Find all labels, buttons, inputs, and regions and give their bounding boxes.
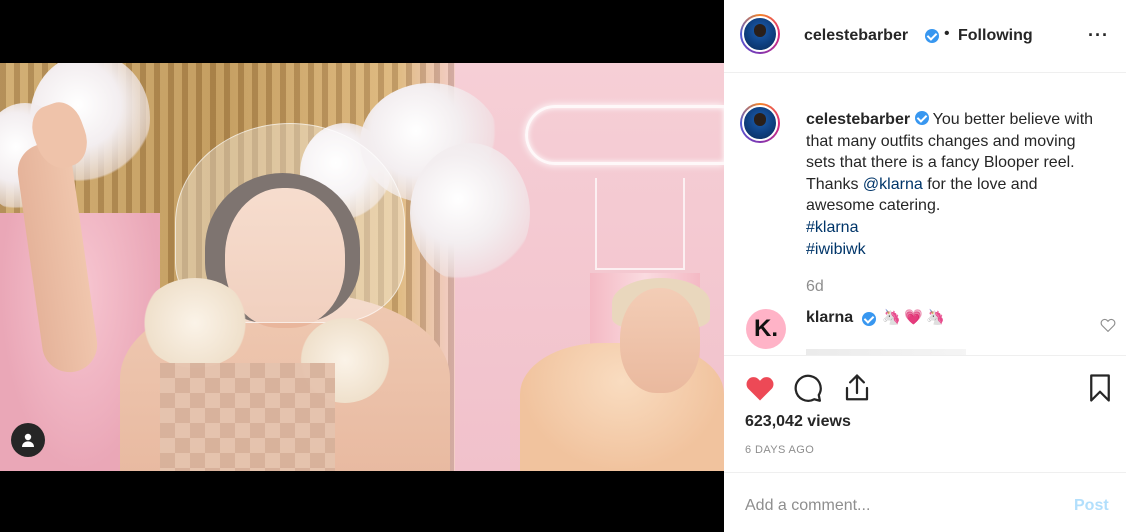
unicorn-emoji: 🦄 [882,308,901,326]
video-frame[interactable] [0,63,724,471]
author-avatar[interactable] [740,14,780,54]
shoulder-ruffle [140,278,250,368]
author-username[interactable]: celestebarber [804,27,908,45]
view-count[interactable]: 623,042 views [745,413,851,431]
user-tag-button[interactable] [11,423,45,457]
post-date[interactable]: 6 DAYS AGO [745,444,814,456]
caption-username[interactable]: celestebarber [806,111,910,128]
comment-icon[interactable] [793,373,823,403]
hashtag-link[interactable]: #iwibiwk [806,241,866,258]
post-header: celestebarber • Following ··· [724,0,1126,73]
neon-frame [595,178,685,270]
post-comment-button[interactable]: Post [1074,497,1109,515]
like-comment-heart-icon[interactable] [1100,318,1116,332]
post-side-panel: celestebarber • Following ··· celestebar… [724,0,1126,532]
share-icon[interactable] [842,373,872,403]
caption-author-avatar[interactable] [740,103,780,143]
hashtag-link[interactable]: #klarna [806,219,858,236]
mention-link[interactable]: @klarna [863,176,923,193]
separator-dot: • [944,25,950,42]
more-options-icon[interactable]: ··· [1088,25,1109,46]
commenter-username[interactable]: klarna [806,309,853,327]
unicorn-emoji: 🦄 [926,308,945,326]
post-caption: celestebarber You better believe with th… [806,109,1106,260]
caption-timestamp[interactable]: 6d [806,278,824,296]
second-performer-face [620,288,700,393]
censor-mosaic [160,363,335,471]
post-media[interactable] [0,0,724,532]
verified-badge-icon [925,29,939,43]
next-comment-preview [806,349,966,355]
add-comment-bar: Post [724,472,1126,532]
action-bar [724,357,1126,417]
feather-plume [410,143,530,283]
user-icon [22,433,34,447]
neon-sign [525,105,724,165]
bookmark-icon[interactable] [1085,373,1115,403]
verified-badge-icon [862,312,876,326]
comment-input[interactable] [745,497,1045,515]
following-button[interactable]: Following [958,27,1033,45]
heart-emoji: 💗 [904,308,923,326]
heart-icon[interactable] [745,373,775,403]
verified-badge-icon [914,111,929,125]
commenter-avatar[interactable]: K. [746,309,786,349]
comments-list[interactable]: celestebarber You better believe with th… [724,73,1126,356]
